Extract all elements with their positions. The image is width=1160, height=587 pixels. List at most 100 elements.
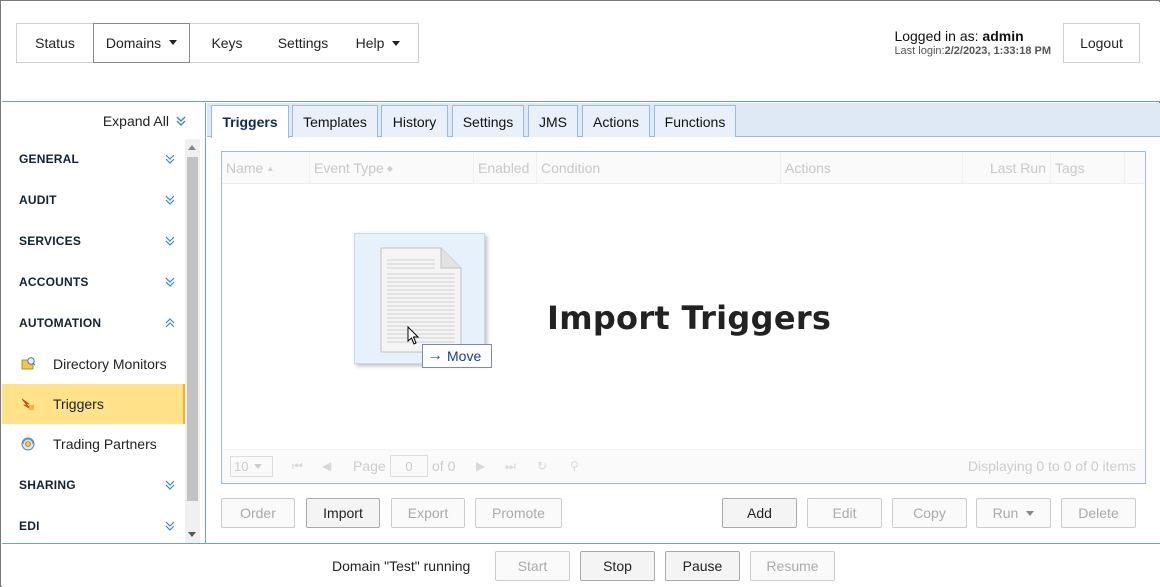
promote-button[interactable]: Promote: [475, 498, 562, 528]
tab-label: Templates: [303, 113, 367, 130]
export-button[interactable]: Export: [391, 498, 465, 528]
tab-settings[interactable]: Settings: [452, 105, 524, 137]
nav-domains[interactable]: Domains: [93, 22, 190, 63]
section-label: GENERAL: [19, 151, 80, 166]
last-login-value: 2/2/2023, 1:33:18 PM: [944, 45, 1051, 57]
chevron-down-icon: [392, 40, 401, 46]
sidebar-section-sharing[interactable]: SHARING: [2, 464, 185, 505]
expand-all-button[interactable]: Expand All: [103, 113, 187, 129]
sort-icon: ◆: [386, 163, 393, 173]
sidebar-section-audit[interactable]: AUDIT: [2, 179, 185, 220]
sidebar-item-triggers[interactable]: Triggers: [2, 384, 185, 424]
section-label: AUTOMATION: [19, 315, 102, 330]
stop-button[interactable]: Stop: [580, 551, 655, 581]
sidebar-item-directory-monitors[interactable]: Directory Monitors: [2, 344, 185, 384]
logout-button[interactable]: Logout: [1063, 23, 1140, 63]
double-chevron-down-icon: [164, 479, 176, 491]
sidebar-item-label: Trading Partners: [53, 436, 157, 452]
tab-triggers[interactable]: Triggers: [211, 105, 289, 138]
column-name[interactable]: Name ▲: [222, 152, 310, 184]
tab-history[interactable]: History: [381, 105, 448, 137]
button-label: Export: [407, 505, 449, 521]
run-button[interactable]: Run: [976, 498, 1051, 528]
sidebar-section-services[interactable]: SERVICES: [2, 220, 185, 261]
sidebar-section-automation[interactable]: AUTOMATION: [2, 302, 185, 343]
nav-keys-label: Keys: [211, 35, 243, 51]
nav-help-label: Help: [355, 35, 385, 51]
column-condition[interactable]: Condition: [537, 152, 781, 184]
add-button[interactable]: Add: [722, 498, 797, 528]
tab-actions[interactable]: Actions: [582, 105, 650, 137]
button-label: Copy: [913, 505, 946, 521]
column-last-run[interactable]: Last Run: [963, 152, 1051, 184]
copy-button[interactable]: Copy: [892, 498, 967, 528]
page-number-value: 0: [405, 458, 413, 474]
last-page-icon[interactable]: ⏭: [505, 459, 519, 473]
pause-button[interactable]: Pause: [665, 551, 740, 581]
scroll-down-icon[interactable]: [188, 532, 196, 537]
logged-in-as: Logged in as: admin: [894, 28, 1051, 44]
sidebar-section-edi[interactable]: EDI: [2, 505, 185, 543]
column-label: Tags: [1055, 160, 1085, 176]
sidebar-scrollbar[interactable]: [185, 139, 200, 543]
order-button[interactable]: Order: [221, 498, 295, 528]
tab-label: History: [392, 113, 437, 130]
edit-button[interactable]: Edit: [807, 498, 882, 528]
tab-templates[interactable]: Templates: [292, 105, 378, 137]
nav-settings[interactable]: Settings: [264, 24, 342, 62]
arrow-right-icon: →: [427, 347, 443, 364]
prev-page-icon[interactable]: ◀: [322, 459, 336, 473]
import-button[interactable]: Import: [306, 498, 380, 528]
button-label: Import: [323, 505, 363, 521]
tab-label: Triggers: [222, 114, 278, 130]
double-chevron-down-icon: [164, 235, 176, 247]
move-label: Move: [447, 348, 482, 364]
button-label: Order: [240, 505, 276, 521]
resume-button[interactable]: Resume: [750, 551, 835, 581]
mouse-cursor-icon: [407, 326, 420, 345]
scroll-thumb[interactable]: [187, 157, 198, 501]
section-label: ACCOUNTS: [19, 274, 89, 289]
move-tooltip: → Move: [422, 344, 492, 368]
expand-all-label: Expand All: [102, 113, 169, 129]
column-label: Name: [226, 160, 264, 176]
import-triggers-title: Import Triggers: [547, 299, 832, 337]
page-number-input[interactable]: 0: [390, 455, 428, 477]
nav-status-label: Status: [35, 35, 75, 51]
last-login-prefix: Last login:: [894, 45, 945, 57]
logout-label: Logout: [1080, 35, 1123, 51]
nav-keys[interactable]: Keys: [190, 24, 264, 62]
delete-button[interactable]: Delete: [1061, 498, 1136, 528]
scroll-up-icon[interactable]: [188, 145, 196, 150]
nav-domains-label: Domains: [105, 34, 162, 51]
column-actions[interactable]: Actions: [781, 152, 963, 184]
nav-status[interactable]: Status: [17, 24, 93, 62]
page-label: Page: [353, 458, 386, 474]
sidebar-section-accounts[interactable]: ACCOUNTS: [2, 261, 185, 302]
section-label: SHARING: [19, 477, 76, 492]
page-of-label: of 0: [432, 458, 456, 474]
column-label: Enabled: [478, 160, 530, 176]
nav-help[interactable]: Help: [342, 24, 414, 62]
status-bar: Domain "Test" running Start Stop Pause R…: [2, 543, 1160, 587]
button-label: Add: [747, 505, 772, 521]
start-button[interactable]: Start: [495, 551, 570, 581]
button-label: Run: [992, 505, 1019, 521]
column-tags[interactable]: Tags: [1051, 152, 1125, 184]
header: Status Domains Keys Settings Help Logged…: [2, 2, 1160, 102]
document-icon: [380, 247, 462, 353]
domain-status-text: Domain "Test" running: [332, 558, 471, 574]
search-icon[interactable]: ⚲: [570, 459, 584, 473]
page-size-select[interactable]: 10: [230, 456, 273, 477]
column-event-type[interactable]: Event Type ◆: [310, 152, 474, 184]
column-enabled[interactable]: Enabled: [474, 152, 537, 184]
sidebar-item-label: Directory Monitors: [53, 356, 167, 372]
section-label: AUDIT: [19, 192, 57, 207]
tab-jms[interactable]: JMS: [528, 105, 578, 137]
sidebar-item-trading-partners[interactable]: Trading Partners: [2, 424, 185, 464]
first-page-icon[interactable]: ⏮: [292, 459, 306, 473]
tab-functions[interactable]: Functions: [654, 105, 736, 137]
next-page-icon[interactable]: ▶: [476, 459, 490, 473]
refresh-icon[interactable]: ↻: [537, 459, 551, 473]
sidebar-section-general[interactable]: GENERAL: [2, 138, 185, 179]
